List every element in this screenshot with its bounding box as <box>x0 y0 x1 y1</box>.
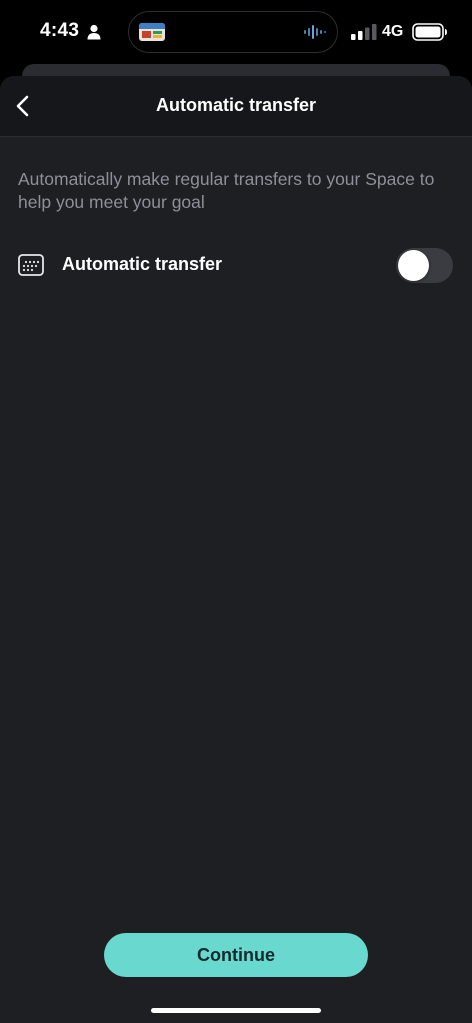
battery-icon <box>412 23 447 41</box>
status-bar: 4:43 4G <box>0 0 472 64</box>
phone-screen: 4:43 4G Automatic transfer Automatically… <box>0 0 472 1023</box>
page-title: Automatic transfer <box>155 95 317 115</box>
modal-sheet: Automatic transfer Automatically make re… <box>0 76 472 1023</box>
waveform-icon <box>304 25 326 39</box>
navigation-bar: Automatic transfer <box>0 76 472 137</box>
home-indicator[interactable] <box>151 1008 321 1013</box>
app-icon <box>139 23 165 41</box>
network-label: 4G <box>382 23 404 40</box>
toggle-knob <box>398 250 429 281</box>
automatic-transfer-row[interactable]: Automatic transfer <box>0 238 472 292</box>
signal-icon <box>351 24 377 40</box>
person-icon <box>87 24 101 40</box>
automatic-transfer-label: Automatic transfer <box>62 254 223 274</box>
description-text: Automatically make regular transfers to … <box>18 169 435 212</box>
dynamic-island[interactable] <box>128 11 338 53</box>
calendar-icon <box>18 254 44 276</box>
automatic-transfer-toggle[interactable] <box>396 248 453 283</box>
status-time: 4:43 <box>40 20 80 41</box>
continue-button[interactable]: Continue <box>104 933 368 977</box>
